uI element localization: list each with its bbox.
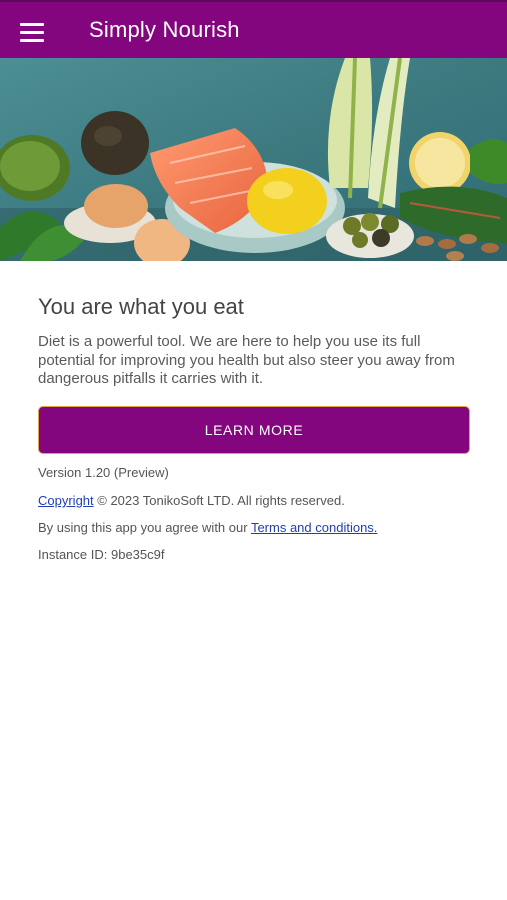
food-illustration <box>0 58 507 261</box>
copyright-line: Copyright © 2023 TonikoSoft LTD. All rig… <box>38 493 345 508</box>
instance-id: Instance ID: 9be35c9f <box>38 547 165 562</box>
menu-icon[interactable] <box>20 19 50 45</box>
hero-image <box>0 58 507 261</box>
version-text: Version 1.20 (Preview) <box>38 465 169 480</box>
intro-description: Diet is a powerful tool. We are here to … <box>38 333 455 387</box>
copyright-link[interactable]: Copyright <box>38 493 94 508</box>
app-bar: Simply Nourish <box>0 0 507 58</box>
terms-link[interactable]: Terms and conditions. <box>251 520 377 535</box>
terms-prefix: By using this app you agree with our <box>38 520 251 535</box>
page-headline: You are what you eat <box>38 294 244 319</box>
terms-line: By using this app you agree with our Ter… <box>38 520 377 535</box>
copyright-text: © 2023 TonikoSoft LTD. All rights reserv… <box>93 493 345 508</box>
app-title: Simply Nourish <box>89 17 240 42</box>
learn-more-button[interactable]: LEARN MORE <box>38 406 470 454</box>
